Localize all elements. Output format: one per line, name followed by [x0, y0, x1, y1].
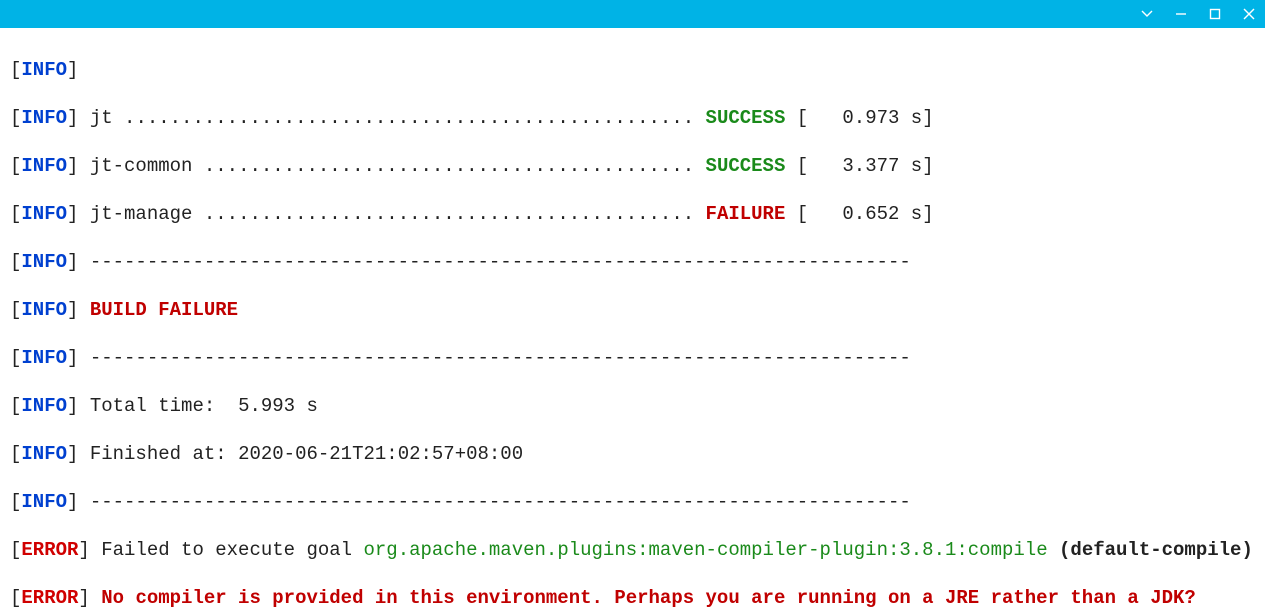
level-info: INFO [21, 251, 67, 273]
status-failure: FAILURE [706, 203, 786, 225]
level-info: INFO [21, 395, 67, 417]
level-error: ERROR [21, 587, 78, 609]
log-line: [INFO] jt-common .......................… [10, 154, 1255, 178]
finished-at: 2020-06-21T21:02:57+08:00 [238, 443, 523, 465]
window-titlebar [0, 0, 1265, 28]
log-line: [ERROR] No compiler is provided in this … [10, 586, 1255, 610]
module-time: 0.652 s [842, 203, 922, 225]
log-line: [INFO] Total time: 5.993 s [10, 394, 1255, 418]
module-time: 3.377 s [842, 155, 922, 177]
level-info: INFO [21, 155, 67, 177]
log-line: [INFO] [10, 58, 1255, 82]
level-info: INFO [21, 347, 67, 369]
level-info: INFO [21, 443, 67, 465]
maven-plugin: org.apache.maven.plugins:maven-compiler-… [363, 539, 1047, 561]
module-name: jt [90, 107, 113, 129]
level-info: INFO [21, 203, 67, 225]
level-info: INFO [21, 299, 67, 321]
log-line: [INFO] jt ..............................… [10, 106, 1255, 130]
log-line: [ERROR] Failed to execute goal org.apach… [10, 538, 1255, 562]
module-name: jt-manage [90, 203, 193, 225]
console-output: [INFO] [INFO] jt .......................… [0, 28, 1265, 610]
total-time: 5.993 s [238, 395, 318, 417]
log-line: [INFO] BUILD FAILURE [10, 298, 1255, 322]
log-line: [INFO] ---------------------------------… [10, 250, 1255, 274]
status-success: SUCCESS [706, 155, 786, 177]
level-info: INFO [21, 491, 67, 513]
module-time: 0.973 s [842, 107, 922, 129]
close-icon[interactable] [1239, 4, 1259, 24]
log-line: [INFO] jt-manage .......................… [10, 202, 1255, 226]
maximize-icon[interactable] [1205, 4, 1225, 24]
level-info: INFO [21, 107, 67, 129]
minimize-icon[interactable] [1171, 4, 1191, 24]
log-line: [INFO] ---------------------------------… [10, 490, 1255, 514]
build-failure: BUILD FAILURE [90, 299, 238, 321]
chevron-down-icon[interactable] [1137, 4, 1157, 24]
log-line: [INFO] ---------------------------------… [10, 346, 1255, 370]
log-line: [INFO] Finished at: 2020-06-21T21:02:57+… [10, 442, 1255, 466]
module-name: jt-common [90, 155, 193, 177]
status-success: SUCCESS [706, 107, 786, 129]
level-info: INFO [21, 59, 67, 81]
no-compiler-msg: No compiler is provided in this environm… [101, 587, 1196, 609]
level-error: ERROR [21, 539, 78, 561]
